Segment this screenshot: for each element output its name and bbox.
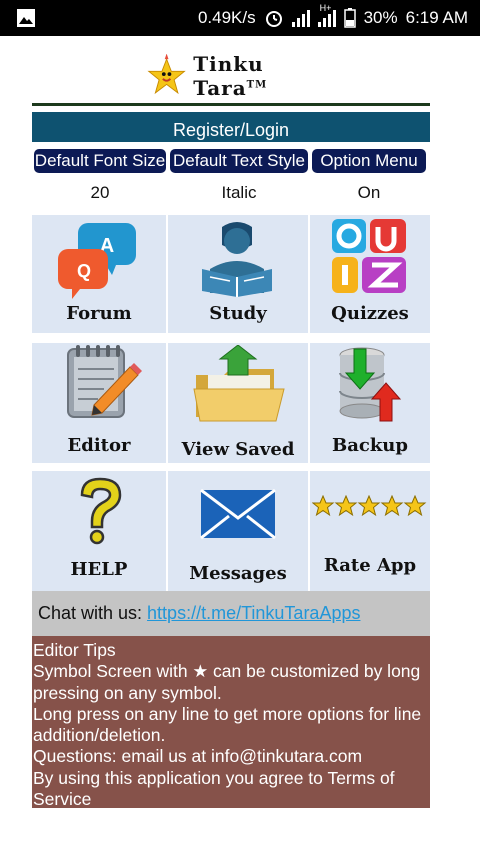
study-tile[interactable]: Study <box>168 215 308 333</box>
status-bar: 0.49K/s H+ 30% 6:19 AM <box>0 0 480 36</box>
rate-app-tile[interactable]: Rate App <box>310 471 430 591</box>
five-stars-icon <box>312 495 427 517</box>
envelope-icon <box>200 489 276 539</box>
tip-terms: By using this application you agree to T… <box>33 767 395 810</box>
notepad-pencil-icon <box>67 345 142 418</box>
signal-h-plus-icon: H+ <box>317 3 336 27</box>
forum-chat-icon: A Q <box>58 223 136 299</box>
quiz-letters-icon <box>332 219 406 293</box>
open-folder-icon <box>193 345 285 422</box>
battery-percent: 30% <box>363 8 398 27</box>
editor-tips-panel: Editor Tips Symbol Screen with ★ can be … <box>32 636 430 810</box>
quizzes-label: Quizzes <box>331 303 409 324</box>
database-backup-icon <box>339 347 402 422</box>
header-divider <box>32 103 430 106</box>
study-reader-icon <box>192 217 282 297</box>
app-title: Tinku TaraTM <box>193 52 268 100</box>
forum-label: Forum <box>66 303 132 324</box>
text-style-value: Italic <box>221 183 257 202</box>
messages-tile[interactable]: Messages <box>168 471 308 591</box>
alarm-icon <box>265 11 282 27</box>
view-saved-tile[interactable]: View Saved <box>168 343 308 463</box>
rate-app-label: Rate App <box>323 555 417 576</box>
backup-tile[interactable]: Backup <box>310 343 430 463</box>
clock: 6:19 AM <box>405 8 468 27</box>
editor-label: Editor <box>67 435 131 456</box>
editor-tile[interactable]: Editor <box>32 343 166 463</box>
battery-icon <box>343 8 356 28</box>
telegram-link[interactable]: https://t.me/TinkuTaraApps <box>147 603 360 623</box>
messages-label: Messages <box>189 563 287 584</box>
gallery-icon <box>17 9 35 27</box>
tips-title: Editor Tips <box>33 640 116 660</box>
network-speed: 0.49K/s <box>197 8 256 27</box>
help-tile[interactable]: HELP <box>32 471 166 591</box>
chat-bar: Chat with us: https://t.me/TinkuTaraApps <box>32 591 430 636</box>
svg-text:Q: Q <box>77 261 91 281</box>
backup-label: Backup <box>332 435 408 456</box>
tip-email: Questions: email us at info@tinkutara.co… <box>33 746 363 767</box>
option-menu-button[interactable]: Option Menu <box>312 149 426 173</box>
help-label: HELP <box>70 559 128 580</box>
study-label: Study <box>209 303 267 324</box>
option-menu-value: On <box>357 183 381 202</box>
quizzes-tile[interactable]: Quizzes <box>310 215 430 333</box>
font-size-value: 20 <box>90 183 110 202</box>
register-login-button[interactable]: Register/Login <box>32 112 430 142</box>
forum-tile[interactable]: A Q Forum <box>32 215 166 333</box>
app-logo: Tinku TaraTM <box>146 52 336 100</box>
star-mascot-icon <box>147 54 186 95</box>
signal-icon <box>291 9 310 27</box>
tip-long-press: Long press on any line to get more optio… <box>33 703 422 746</box>
view-saved-label: View Saved <box>181 439 295 460</box>
tip-symbol-screen: Symbol Screen with ★ can be customized b… <box>33 661 421 703</box>
default-text-style-button[interactable]: Default Text Style <box>170 149 308 173</box>
chat-prefix: Chat with us: <box>38 603 148 623</box>
question-mark-icon <box>80 477 122 545</box>
default-font-size-button[interactable]: Default Font Size <box>34 149 166 173</box>
